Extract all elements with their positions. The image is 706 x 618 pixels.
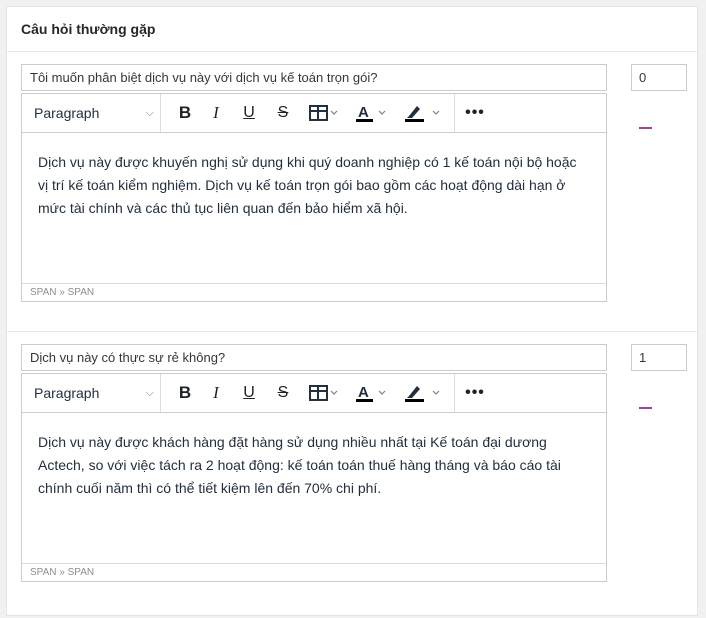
element-path[interactable]: SPAN » SPAN <box>22 283 606 301</box>
answer-content[interactable]: Dịch vụ này được khách hàng đặt hàng sử … <box>22 413 606 563</box>
format-label: Paragraph <box>34 105 100 121</box>
svg-text:A: A <box>358 384 369 401</box>
table-button[interactable] <box>306 374 342 412</box>
chevron-down-icon: ⌵ <box>145 386 154 399</box>
panel-title: Câu hỏi thường gặp <box>21 21 156 37</box>
highlight-button[interactable] <box>402 94 448 132</box>
font-color-icon: A <box>356 104 386 122</box>
item-divider <box>7 331 697 332</box>
remove-item-button[interactable] <box>639 127 652 129</box>
font-color-button[interactable]: A <box>353 374 391 412</box>
chevron-down-icon: ⌵ <box>145 106 154 119</box>
more-button[interactable]: ••• <box>462 374 488 412</box>
editor-toolbar: Paragraph ⌵ B I U S A ••• <box>22 374 606 413</box>
highlight-icon <box>405 386 440 402</box>
bold-button[interactable]: B <box>174 374 196 412</box>
panel-header: Câu hỏi thường gặp <box>7 7 697 52</box>
format-select[interactable]: Paragraph ⌵ <box>34 374 154 412</box>
toolbar-divider <box>160 374 161 412</box>
remove-item-button[interactable] <box>639 407 652 409</box>
more-icon: ••• <box>465 104 485 121</box>
answer-editor: Paragraph ⌵ B I U S A ••• Dịch vụ này đư… <box>21 373 607 582</box>
element-path[interactable]: SPAN » SPAN <box>22 563 606 581</box>
font-color-icon: A <box>356 384 386 402</box>
question-input[interactable] <box>21 64 607 91</box>
toolbar-divider <box>160 94 161 132</box>
editor-toolbar: Paragraph ⌵ B I U S A ••• <box>22 94 606 133</box>
faq-panel: Câu hỏi thường gặp Paragraph ⌵ B I U S <box>6 6 698 616</box>
strikethrough-button[interactable]: S <box>272 374 294 412</box>
italic-button[interactable]: I <box>205 94 227 132</box>
highlight-icon <box>405 106 440 122</box>
faq-item: Paragraph ⌵ B I U S <box>7 344 699 612</box>
table-button[interactable] <box>306 94 342 132</box>
svg-text:A: A <box>358 104 369 121</box>
order-input[interactable] <box>631 64 687 91</box>
format-label: Paragraph <box>34 385 100 401</box>
question-input[interactable] <box>21 344 607 371</box>
table-icon <box>309 105 338 121</box>
bold-button[interactable]: B <box>174 94 196 132</box>
strikethrough-button[interactable]: S <box>272 94 294 132</box>
underline-button[interactable]: U <box>238 94 260 132</box>
underline-button[interactable]: U <box>238 374 260 412</box>
order-input[interactable] <box>631 344 687 371</box>
table-icon <box>309 385 338 401</box>
font-color-button[interactable]: A <box>353 94 391 132</box>
toolbar-divider <box>454 374 455 412</box>
faq-item: Paragraph ⌵ B I U S <box>7 64 699 332</box>
toolbar-divider <box>454 94 455 132</box>
italic-button[interactable]: I <box>205 374 227 412</box>
format-select[interactable]: Paragraph ⌵ <box>34 94 154 132</box>
highlight-button[interactable] <box>402 374 448 412</box>
more-icon: ••• <box>465 384 485 401</box>
more-button[interactable]: ••• <box>462 94 488 132</box>
answer-content[interactable]: Dịch vụ này được khuyến nghị sử dụng khi… <box>22 133 606 283</box>
answer-editor: Paragraph ⌵ B I U S A ••• Dịch vụ này đư… <box>21 93 607 302</box>
